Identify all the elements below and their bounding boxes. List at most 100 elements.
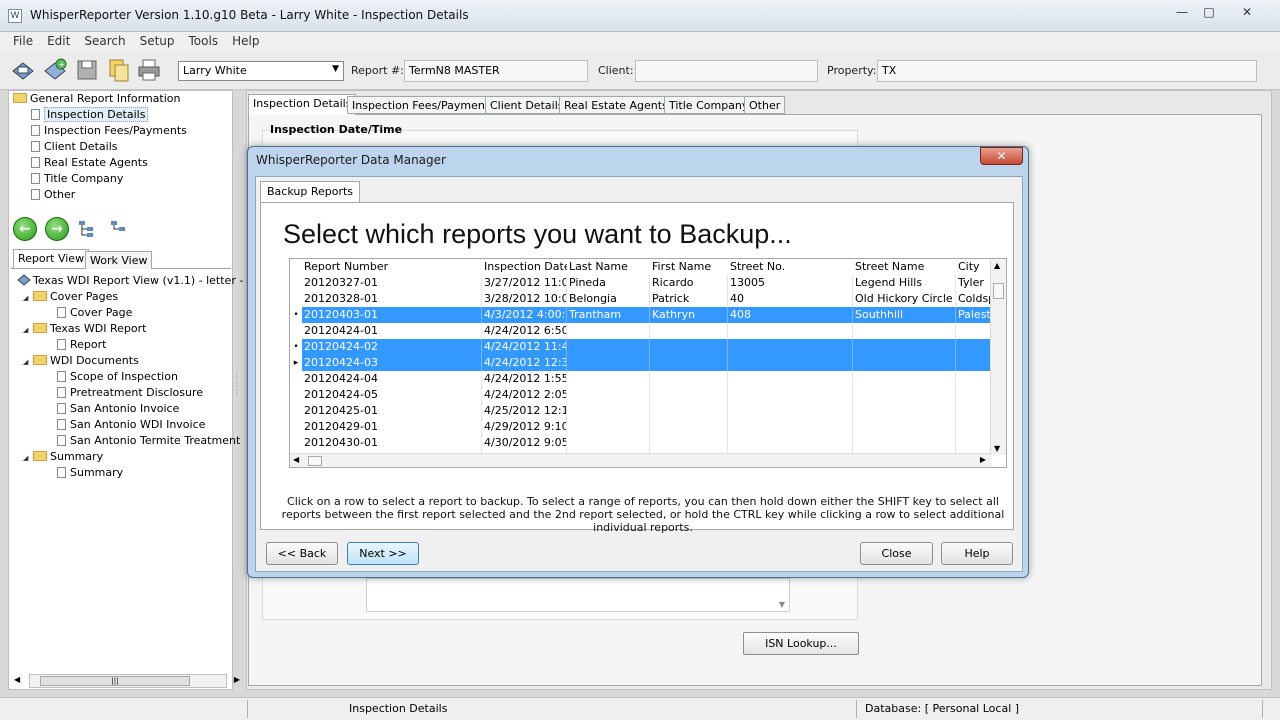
tree-item-other[interactable]: Other <box>31 187 75 203</box>
expand-arrow-icon[interactable]: ◢ <box>23 290 31 306</box>
scroll-thumb[interactable] <box>993 283 1004 299</box>
report-number-field[interactable]: TermN8 MASTER <box>404 60 588 82</box>
left-pane-horizontal-scrollbar[interactable]: ◀ ||| ▶ <box>14 674 240 688</box>
menu-search[interactable]: Search <box>77 32 132 48</box>
navigation-buttons: ← → <box>11 215 231 245</box>
tree-item-real-estate-agents[interactable]: Real Estate Agents <box>31 155 148 171</box>
table-row[interactable]: 20120429-014/29/2012 9:10:0 <box>290 419 992 435</box>
tree-item-inspection-fees[interactable]: Inspection Fees/Payments <box>31 123 187 139</box>
tree-item-client-details[interactable]: Client Details <box>31 139 117 155</box>
table-row[interactable]: 20120424-054/24/2012 2:05:1 <box>290 387 992 403</box>
menu-file[interactable]: File <box>6 32 40 48</box>
tree-doc-pretreatment[interactable]: Pretreatment Disclosure <box>57 385 203 401</box>
maximize-button[interactable]: □ <box>1192 3 1226 23</box>
cell-first-name <box>650 371 728 387</box>
forward-arrow-icon[interactable]: → <box>45 217 69 241</box>
table-horizontal-scrollbar[interactable]: ◀ ▶ <box>290 453 992 467</box>
table-row[interactable]: 20120328-01 3/28/2012 10:00 Belongia Patric… <box>290 291 992 307</box>
table-row[interactable]: 20120425-01 4/25/2012 12:15 <box>290 403 992 419</box>
column-header-report-number[interactable]: Report Number <box>302 259 482 275</box>
expand-arrow-icon[interactable]: ◢ <box>23 450 31 466</box>
tree-report-root[interactable]: Texas WDI Report View (v1.1) - letter - <box>17 273 243 289</box>
column-header-street-name[interactable]: Street Name <box>853 259 956 275</box>
tab-client-details[interactable]: Client Details <box>485 96 569 114</box>
tree-report[interactable]: Report <box>57 337 106 353</box>
tree-item-inspection-details[interactable]: Inspection Details <box>31 107 149 123</box>
menu-setup[interactable]: Setup <box>133 32 182 48</box>
column-header-street-no[interactable]: Street No. <box>728 259 853 275</box>
table-row[interactable]: 20120424-03 4/24/2012 12:35 <box>290 355 992 371</box>
property-field[interactable]: TX <box>877 60 1257 82</box>
scroll-right-icon[interactable]: ▶ <box>980 455 986 464</box>
tab-inspection-details[interactable]: Inspection Details <box>248 94 357 115</box>
tab-work-view[interactable]: Work View <box>85 251 153 269</box>
notes-textarea[interactable]: ▼ <box>366 578 790 612</box>
window-close-button[interactable]: ✕ <box>1230 3 1264 23</box>
help-button[interactable]: Help <box>941 542 1013 565</box>
tree-doc-sa-wdi-invoice[interactable]: San Antonio WDI Invoice <box>57 417 205 433</box>
scroll-down-icon[interactable]: ▼ <box>994 444 1000 453</box>
tree-cover-page[interactable]: Cover Page <box>57 305 132 321</box>
close-button[interactable]: Close <box>860 542 933 565</box>
tree-cover-pages[interactable]: ◢ Cover Pages <box>23 289 118 305</box>
scroll-thumb[interactable] <box>308 456 322 466</box>
document-icon <box>31 141 40 152</box>
tree-doc-sa-termite[interactable]: San Antonio Termite Treatment <box>57 433 240 449</box>
back-arrow-icon[interactable]: ← <box>13 217 37 241</box>
scroll-right-icon[interactable]: ▶ <box>234 675 240 684</box>
inspector-select[interactable]: Larry White ▼ <box>178 61 344 81</box>
table-row[interactable]: 20120327-01 3/27/2012 11:00 Pineda Ricardo 1… <box>290 275 992 291</box>
print-icon[interactable] <box>136 57 162 83</box>
menu-edit[interactable]: Edit <box>40 32 77 48</box>
tab-inspection-fees[interactable]: Inspection Fees/Payments <box>347 96 500 114</box>
tree-wdi-documents[interactable]: ◢ WDI Documents <box>23 353 139 369</box>
tree-summary[interactable]: Summary <box>57 465 123 481</box>
table-row[interactable]: 20120424-044/24/2012 1:55:0 <box>290 371 992 387</box>
collapse-tree-icon[interactable] <box>109 219 129 239</box>
tree-doc-sa-invoice[interactable]: San Antonio Invoice <box>57 401 179 417</box>
tree-texas-wdi-report[interactable]: ◢ Texas WDI Report <box>23 321 146 337</box>
column-header-first-name[interactable]: First Name <box>650 259 728 275</box>
column-header-city[interactable]: City <box>956 259 992 275</box>
app-icon: W <box>8 9 22 23</box>
menu-tools[interactable]: Tools <box>182 32 226 48</box>
isn-lookup-button[interactable]: ISN Lookup... <box>743 632 859 655</box>
tab-report-view[interactable]: Report View <box>13 249 90 268</box>
table-row[interactable]: 20120403-014/3/2012 4:00:00TranthamKathr… <box>290 307 992 323</box>
expand-arrow-icon[interactable]: ◢ <box>23 322 31 338</box>
tree-general-report-information[interactable]: General Report Information <box>13 91 180 107</box>
table-row[interactable]: 20120424-014/24/2012 6:50:5 <box>290 323 992 339</box>
save-icon[interactable] <box>74 57 100 83</box>
tab-backup-reports[interactable]: Backup Reports <box>260 181 361 203</box>
scroll-up-icon[interactable]: ▲ <box>994 261 1000 270</box>
column-header-inspection-date[interactable]: Inspection Date <box>482 259 567 275</box>
next-button[interactable]: Next >> <box>347 542 419 565</box>
table-row[interactable]: 20120424-02 4/24/2012 11:45 <box>290 339 992 355</box>
expand-arrow-icon[interactable]: ◢ <box>23 354 31 370</box>
new-report-icon[interactable]: + <box>42 57 68 83</box>
client-field[interactable] <box>635 60 818 82</box>
scroll-thumb[interactable]: ||| <box>40 676 190 686</box>
tree-item-title-company[interactable]: Title Company <box>31 171 123 187</box>
open-report-icon[interactable] <box>10 57 36 83</box>
tab-other[interactable]: Other <box>744 96 786 114</box>
expand-tree-icon[interactable] <box>77 219 97 239</box>
cell-street-name <box>853 339 956 355</box>
tree-doc-scope[interactable]: Scope of Inspection <box>57 369 178 385</box>
tab-real-estate-agents[interactable]: Real Estate Agents <box>559 96 673 114</box>
cell-report-number: 20120403-01 <box>302 307 482 323</box>
back-button[interactable]: << Back <box>266 542 338 565</box>
tab-title-company[interactable]: Title Company <box>664 96 754 114</box>
cell-street-name <box>853 387 956 403</box>
tree-summary-folder[interactable]: ◢ Summary <box>23 449 103 465</box>
column-header-last-name[interactable]: Last Name <box>567 259 650 275</box>
scroll-left-icon[interactable]: ◀ <box>293 455 299 464</box>
scroll-left-icon[interactable]: ◀ <box>14 675 20 684</box>
dialog-close-icon[interactable]: ✕ <box>980 147 1023 165</box>
pane-splitter[interactable]: ⋮ ⋮ ⋮ <box>233 370 241 410</box>
scroll-down-icon[interactable]: ▼ <box>779 600 785 609</box>
copy-icon[interactable] <box>106 57 132 83</box>
menu-help[interactable]: Help <box>225 32 266 48</box>
table-vertical-scrollbar[interactable]: ▲ ▼ <box>990 259 1006 455</box>
table-row[interactable]: 20120430-014/30/2012 9:05:0 <box>290 435 992 451</box>
